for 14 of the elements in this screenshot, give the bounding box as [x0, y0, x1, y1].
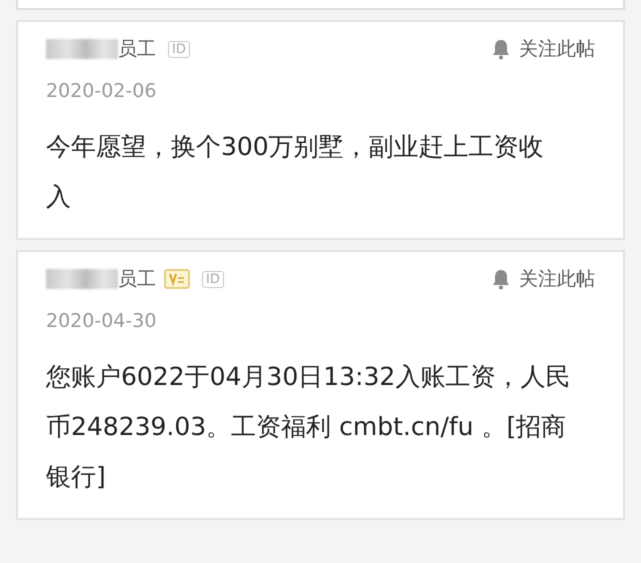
post-text: 今年愿望，换个300万别墅，副业赶上工资收 入	[46, 131, 545, 213]
follow-button[interactable]: 关注此帖	[491, 266, 595, 292]
author-name: 员工	[118, 37, 156, 62]
author-name: 员工	[118, 267, 156, 292]
bell-icon	[491, 268, 511, 290]
id-badge: ID	[168, 40, 190, 58]
follow-button[interactable]: 关注此帖	[491, 36, 595, 62]
blurred-name	[46, 39, 118, 59]
post-text: 您账户6022于04月30日13:32入账工资，人民 币248239.03。工资福利 cmbt.cn/fu 。[招商 银行]	[46, 361, 572, 493]
post-date: 2020-04-30	[46, 310, 158, 332]
post-date: 2020-02-06	[46, 80, 158, 102]
blurred-name	[46, 269, 118, 289]
id-badge: ID	[202, 270, 224, 288]
bell-icon	[491, 38, 511, 60]
